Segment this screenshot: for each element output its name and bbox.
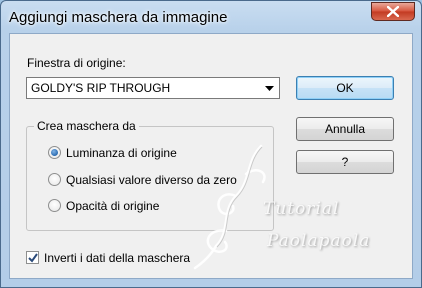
invert-mask-checkbox[interactable] (26, 251, 39, 264)
radio-label: Luminanza di origine (66, 146, 177, 160)
invert-mask-label: Inverti i dati della maschera (44, 251, 191, 265)
radio-button[interactable] (48, 173, 61, 186)
close-icon (387, 6, 399, 17)
radio-label: Opacità di origine (66, 199, 160, 213)
help-button[interactable]: ? (296, 150, 394, 174)
title-bar[interactable]: Aggiungi maschera da immagine (1, 1, 421, 33)
create-mask-legend: Crea maschera da (34, 119, 139, 133)
checkmark-icon (28, 253, 38, 263)
source-window-label: Finestra di origine: (27, 56, 126, 70)
cancel-button[interactable]: Annulla (296, 117, 394, 141)
chevron-down-icon (265, 86, 274, 91)
ok-button[interactable]: OK (296, 76, 394, 100)
watermark-text-line1: Tutorial (263, 199, 340, 219)
window-title: Aggiungi maschera da immagine (9, 9, 228, 26)
radio-button-checked[interactable] (48, 146, 61, 159)
close-button[interactable] (371, 2, 415, 21)
source-window-dropdown[interactable]: GOLDY'S RIP THROUGH (26, 77, 280, 99)
dialog-window: Aggiungi maschera da immagine Finestra d… (0, 0, 422, 288)
watermark-text-line2: Paolapaola (267, 231, 371, 251)
source-window-value: GOLDY'S RIP THROUGH (31, 81, 171, 95)
radio-button[interactable] (48, 199, 61, 212)
